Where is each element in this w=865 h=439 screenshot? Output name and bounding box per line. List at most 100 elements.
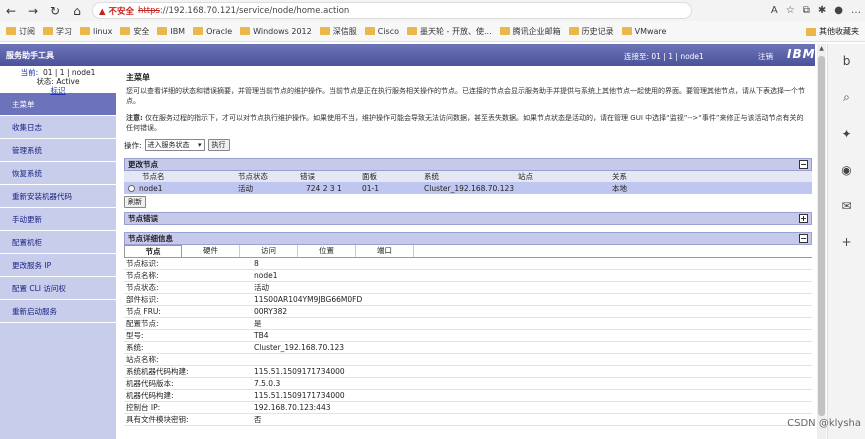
note-body: 仅在服务过程的指示下，才可以对节点执行维护操作。如果使用不当，维护操作可能会导致… — [126, 114, 804, 132]
folder-icon — [621, 27, 632, 35]
col-error: 错误 — [298, 171, 360, 182]
action-select[interactable]: 进入服务状态 ▾ — [144, 139, 205, 151]
bookmark-item[interactable]: linux — [80, 27, 112, 36]
add-icon[interactable]: + — [841, 235, 851, 249]
node-detail-header[interactable]: 节点详细信息 − — [124, 232, 812, 245]
bookmark-item[interactable]: IBM — [157, 27, 185, 36]
bookmark-item[interactable]: 订阅 — [6, 26, 35, 37]
scroll-up-icon[interactable]: ▲ — [817, 44, 826, 53]
detail-row: 机器代码构建: 115.51.1509171734000 — [124, 389, 812, 402]
refresh-icon[interactable]: ↻ — [44, 0, 66, 21]
tab-hardware[interactable]: 硬件 — [182, 245, 240, 257]
forward-icon[interactable]: → — [22, 0, 44, 21]
sidebar-item-manage-system[interactable]: 管理系统 — [0, 139, 116, 162]
vertical-scrollbar[interactable]: ▲ — [817, 44, 826, 439]
address-bar[interactable]: ▲ 不安全 https://192.168.70.121/service/nod… — [92, 2, 692, 19]
bookmark-item[interactable]: 深信服 — [319, 26, 357, 37]
browser-toolbar: ← → ↻ ⌂ ▲ 不安全 https://192.168.70.121/ser… — [0, 0, 865, 21]
node-radio[interactable] — [128, 185, 135, 192]
bookmark-item[interactable]: Oracle — [193, 27, 232, 36]
bookmark-item[interactable]: 安全 — [120, 26, 149, 37]
folder-icon — [240, 27, 251, 35]
app-header: 服务助手工具 连接至: 01 | 1 | node1 注销 IBM. — [0, 44, 820, 66]
tab-node[interactable]: 节点 — [124, 245, 182, 257]
back-icon[interactable]: ← — [0, 0, 22, 21]
detail-row: 型号: TB4 — [124, 329, 812, 342]
sidebar-item-configure-cli[interactable]: 配置 CLI 访问权 — [0, 277, 116, 300]
sidebar-item-change-service-ip[interactable]: 更改服务 IP — [0, 254, 116, 277]
detail-row: 控制台 IP: 192.168.70.123:443 — [124, 401, 812, 414]
sidebar-item-main-menu[interactable]: 主菜单 — [0, 93, 116, 116]
site-cell — [516, 182, 610, 194]
bookmark-item[interactable]: 学习 — [43, 26, 72, 37]
col-panel: 面板 — [360, 171, 422, 182]
sidebar-item-reinstall-code[interactable]: 重新安装机器代码 — [0, 185, 116, 208]
bookmark-item[interactable]: VMware — [621, 27, 666, 36]
read-aloud-icon[interactable]: A — [771, 5, 778, 16]
detail-row: 站点名称: — [124, 353, 812, 366]
system-cell: Cluster_192.168.70.123 — [422, 182, 516, 194]
panel-cell: 01-1 — [360, 182, 422, 194]
favorite-icon[interactable]: ☆ — [786, 5, 795, 16]
node-error-header[interactable]: 节点错误 + — [124, 212, 812, 225]
site-icon — [407, 27, 418, 35]
profile-icon[interactable]: ● — [834, 5, 843, 16]
col-relation: 关系 — [610, 171, 812, 182]
bing-icon[interactable]: b — [843, 54, 851, 68]
note-label: 注意: — [126, 114, 143, 122]
expand-icon[interactable]: + — [799, 214, 808, 223]
identify-link[interactable]: 标识 — [51, 86, 66, 95]
folder-icon — [364, 27, 375, 35]
tab-port[interactable]: 端口 — [356, 245, 414, 257]
outlook-icon[interactable]: ✉ — [841, 199, 851, 213]
folder-icon — [193, 27, 204, 35]
url-scheme: https — [138, 5, 160, 16]
node-status-cell: 活动 — [236, 182, 298, 194]
collapse-icon[interactable]: − — [799, 234, 808, 243]
main-content: 主菜单 您可以查看详细的状态和错误摘要，并管理当前节点的维护操作。当前节点是正在… — [120, 66, 815, 439]
bookmark-item[interactable]: 墨天轮 - 开放、使... — [407, 26, 492, 37]
execute-button[interactable]: 执行 — [207, 139, 230, 151]
change-node-header[interactable]: 更改节点 − — [124, 158, 812, 171]
sidebar-item-collect-logs[interactable]: 收集日志 — [0, 116, 116, 139]
node-error-title: 节点错误 — [128, 214, 158, 223]
tab-access[interactable]: 访问 — [240, 245, 298, 257]
bookmark-item[interactable]: Cisco — [364, 27, 399, 36]
browser-side-panel: b ⌕ ✦ ◉ ✉ + — [827, 44, 865, 439]
bookmark-item[interactable]: 腾讯企业邮箱 — [499, 26, 561, 37]
sidebar-item-recover-system[interactable]: 恢复系统 — [0, 162, 116, 185]
folder-icon — [120, 27, 131, 35]
more-icon[interactable]: … — [851, 5, 861, 16]
table-row[interactable]: node1 活动 724 2 3 1 01-1 Cluster_192.168.… — [124, 182, 812, 194]
tools-icon[interactable]: ✦ — [841, 127, 851, 141]
scroll-thumb[interactable] — [818, 56, 825, 416]
security-warning[interactable]: ▲ 不安全 — [99, 5, 134, 17]
node-name-cell: node1 — [124, 182, 236, 194]
detail-row: 系统: Cluster_192.168.70.123 — [124, 341, 812, 354]
page-title: 主菜单 — [126, 73, 150, 82]
home-icon[interactable]: ⌂ — [66, 0, 88, 21]
col-node-status: 节点状态 — [236, 171, 298, 182]
extensions-icon[interactable]: ✱ — [818, 5, 826, 16]
detail-row: 节点状态: 活动 — [124, 281, 812, 294]
tab-location[interactable]: 位置 — [298, 245, 356, 257]
logout-link[interactable]: 注销 — [758, 51, 773, 62]
bookmark-item[interactable]: Windows 2012 — [240, 27, 312, 36]
other-bookmarks[interactable]: 其他收藏夹 — [806, 26, 859, 37]
detail-row: 节点名称: node1 — [124, 269, 812, 282]
refresh-button[interactable]: 刷新 — [124, 196, 146, 208]
sidebar-item-manual-update[interactable]: 手动更新 — [0, 208, 116, 231]
office-icon[interactable]: ◉ — [841, 163, 851, 177]
intro-text: 您可以查看详细的状态和错误摘要，并管理当前节点的维护操作。当前节点是正在执行服务… — [126, 87, 805, 105]
collections-icon[interactable]: ⧉ — [803, 5, 810, 16]
search-icon[interactable]: ⌕ — [843, 90, 850, 105]
sidebar-item-configure-enclosure[interactable]: 配置机柜 — [0, 231, 116, 254]
sidebar-item-restart-service[interactable]: 重新启动服务 — [0, 300, 116, 323]
chevron-down-icon: ▾ — [198, 141, 202, 149]
detail-row: 部件标识: 11S00AR104YM9JBG66M0FD — [124, 293, 812, 306]
node-detail-table: 节点标识: 8 节点名称: node1 节点状态: 活动 部件标识: 11S00AR10… — [124, 258, 812, 426]
bookmark-item[interactable]: 历史记录 — [568, 26, 614, 37]
node-table: 节点名 节点状态 错误 面板 系统 站点 关系 node1 活动 724 2 3… — [124, 171, 812, 194]
collapse-icon[interactable]: − — [799, 160, 808, 169]
detail-row: 具有文件模块密钥: 否 — [124, 413, 812, 426]
